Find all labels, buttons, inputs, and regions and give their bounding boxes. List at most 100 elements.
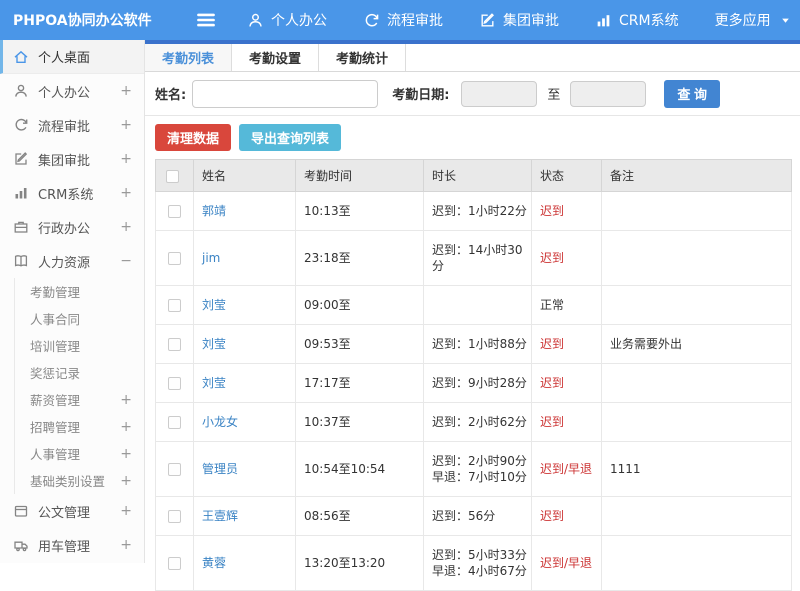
sidebar-item-label: 基础类别设置 <box>30 474 106 489</box>
sidebar-item-personal-desktop[interactable]: 个人桌面 <box>0 40 144 74</box>
expand-icon[interactable]: + <box>114 83 132 99</box>
employee-name-link[interactable]: 小龙女 <box>202 415 238 429</box>
sidebar-item-workflow-approval[interactable]: 流程审批 + <box>0 108 144 142</box>
sidebar-item-crm-system[interactable]: CRM系统 + <box>0 176 144 210</box>
nav-item-personal-office[interactable]: 个人办公 <box>247 10 327 30</box>
duration-cell: 迟到：14小时30分 <box>423 230 532 286</box>
nav-item-more-apps[interactable]: 更多应用 <box>715 10 791 30</box>
employee-name-link[interactable]: 刘莹 <box>202 376 226 390</box>
employee-name-link[interactable]: 刘莹 <box>202 298 226 312</box>
expand-icon[interactable]: + <box>114 151 132 167</box>
expand-icon[interactable]: + <box>114 503 132 519</box>
nav-item-group-approval[interactable]: 集团审批 <box>479 10 559 30</box>
remark-cell: 1111 <box>601 441 792 497</box>
sidebar: 个人桌面 个人办公 + 流程审批 + 集团审批 + CRM系统 + 行政办公 + 人力资源 − 考勤管理人… <box>0 40 145 563</box>
date-from-input[interactable] <box>461 80 538 107</box>
date-range-to-label: 至 <box>547 88 561 103</box>
sidebar-item-document-management[interactable]: 公文管理 + <box>0 494 144 528</box>
expand-icon[interactable]: + <box>114 419 132 435</box>
sidebar-item-label: 流程审批 <box>38 119 91 135</box>
name-filter-input[interactable] <box>192 79 379 108</box>
expand-icon[interactable]: + <box>114 473 132 489</box>
name-cell: 小龙女 <box>193 402 296 442</box>
row-checkbox[interactable] <box>168 510 181 523</box>
status-cell: 迟到 <box>531 496 602 536</box>
row-checkbox[interactable] <box>168 463 181 476</box>
sidebar-item-salary-management[interactable]: 薪资管理 + <box>0 386 144 413</box>
row-checkbox[interactable] <box>168 205 181 218</box>
flow-icon <box>363 12 380 29</box>
status-badge: 迟到/早退 <box>540 556 593 570</box>
sidebar-item-training-management[interactable]: 培训管理 <box>0 332 144 359</box>
row-checkbox[interactable] <box>168 252 181 265</box>
nav-item-workflow-approval[interactable]: 流程审批 <box>363 10 443 30</box>
employee-name-link[interactable]: jim <box>202 251 220 265</box>
duration-line: 迟到：1小时88分 <box>432 337 527 351</box>
status-badge: 迟到 <box>540 204 565 218</box>
tab-attendance-statistics[interactable]: 考勤统计 <box>319 44 407 71</box>
table-row: 黄蓉 13:20至13:20 迟到：5小时33分 早退：4小时67分 迟到/早退 <box>155 535 792 591</box>
sidebar-item-label: 人事管理 <box>30 447 81 462</box>
sidebar-item-label: 人力资源 <box>38 255 91 271</box>
sidebar-item-personal-office[interactable]: 个人办公 + <box>0 74 144 108</box>
nav-item-label: 个人办公 <box>271 13 327 29</box>
employee-name-link[interactable]: 郭靖 <box>202 204 226 218</box>
expand-icon[interactable]: + <box>114 219 132 235</box>
nav-item-crm-system[interactable]: CRM系统 <box>595 10 679 30</box>
clean-data-button[interactable]: 清理数据 <box>155 124 232 151</box>
duration-cell: 迟到：9小时28分 <box>423 363 532 403</box>
content-panel: 考勤列表 考勤设置 考勤统计 姓名: 考勤日期: 至 查 询 清理数据 导出查询列表… <box>145 40 800 591</box>
action-bar: 清理数据 导出查询列表 <box>145 116 800 159</box>
select-all-checkbox[interactable] <box>166 169 179 183</box>
row-checkbox[interactable] <box>168 416 181 429</box>
sidebar-item-reward-punishment[interactable]: 奖惩记录 <box>0 359 144 386</box>
expand-icon[interactable]: + <box>114 185 132 201</box>
sidebar-item-label: 用车管理 <box>38 539 91 555</box>
employee-name-link[interactable]: 管理员 <box>202 462 238 476</box>
sidebar-item-recruitment-management[interactable]: 招聘管理 + <box>0 413 144 440</box>
expand-icon[interactable]: + <box>114 446 132 462</box>
sidebar-item-attendance-management[interactable]: 考勤管理 <box>0 278 144 305</box>
date-to-input[interactable] <box>570 80 647 107</box>
duration-cell: 迟到：2小时90分 早退：7小时10分 <box>423 441 532 497</box>
row-checkbox[interactable] <box>168 338 181 351</box>
sidebar-item-label: 考勤管理 <box>30 285 81 300</box>
name-cell: jim <box>193 230 296 286</box>
name-cell: 刘莹 <box>193 285 296 325</box>
menu-icon[interactable] <box>195 9 217 31</box>
sidebar-item-personnel-management[interactable]: 人事管理 + <box>0 440 144 467</box>
expand-icon[interactable]: + <box>114 117 132 133</box>
employee-name-link[interactable]: 黄蓉 <box>202 556 226 570</box>
sidebar-item-label: 个人桌面 <box>38 51 91 66</box>
expand-icon[interactable]: + <box>114 392 132 408</box>
sidebar-item-admin-office[interactable]: 行政办公 + <box>0 210 144 244</box>
search-button[interactable]: 查 询 <box>664 79 721 108</box>
time-cell: 10:37至 <box>295 402 424 442</box>
employee-name-link[interactable]: 刘莹 <box>202 337 226 351</box>
row-checkbox[interactable] <box>168 557 181 570</box>
time-cell: 10:13至 <box>295 191 424 231</box>
status-cell: 迟到/早退 <box>531 441 602 497</box>
time-cell: 13:20至13:20 <box>295 535 424 591</box>
app-header: PHPOA协同办公软件 个人办公 流程审批 集团审批 CRM系统 更多应用 <box>0 0 800 40</box>
tab-attendance-settings[interactable]: 考勤设置 <box>232 44 320 71</box>
duration-cell: 迟到：1小时22分 <box>423 191 532 231</box>
export-list-button[interactable]: 导出查询列表 <box>239 124 342 151</box>
truck-icon <box>13 537 29 553</box>
chevron-down-icon <box>780 15 791 26</box>
sidebar-item-group-approval[interactable]: 集团审批 + <box>0 142 144 176</box>
duration-line: 迟到：1小时22分 <box>432 204 527 218</box>
employee-name-link[interactable]: 王壹辉 <box>202 509 238 523</box>
duration-line: 早退：7小时10分 <box>432 470 527 484</box>
sidebar-item-personnel-contract[interactable]: 人事合同 <box>0 305 144 332</box>
table-row: 郭靖 10:13至 迟到：1小时22分 迟到 <box>155 191 792 231</box>
nav-item-label: 流程审批 <box>387 13 443 29</box>
sidebar-item-basic-category-settings[interactable]: 基础类别设置 + <box>0 467 144 494</box>
tab-attendance-list[interactable]: 考勤列表 <box>145 44 233 71</box>
sidebar-item-human-resources[interactable]: 人力资源 − <box>0 244 144 278</box>
collapse-icon[interactable]: − <box>114 253 132 269</box>
expand-icon[interactable]: + <box>114 537 132 553</box>
sidebar-item-vehicle-management[interactable]: 用车管理 + <box>0 528 144 562</box>
row-checkbox[interactable] <box>168 377 181 390</box>
row-checkbox[interactable] <box>168 299 181 312</box>
